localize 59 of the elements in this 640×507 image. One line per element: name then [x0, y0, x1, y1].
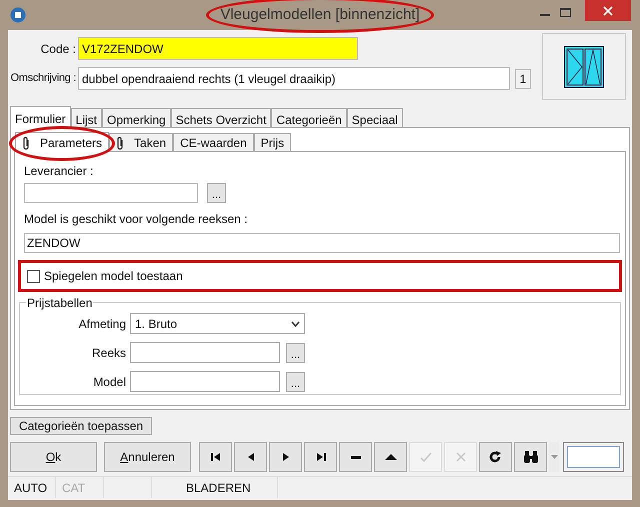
toolbar-button[interactable]: [234, 442, 267, 472]
tab[interactable]: Opmerking: [102, 108, 171, 127]
paperclip-icon: [116, 136, 124, 150]
toolbar-button[interactable]: [374, 442, 407, 472]
field-label: Model: [92, 374, 127, 390]
checkbox-label: Spiegelen model toestaan: [44, 268, 183, 285]
chevron-down-icon: [291, 320, 300, 326]
toolbar-button[interactable]: [339, 442, 372, 472]
toolbar-button[interactable]: [199, 442, 232, 472]
check-icon: [418, 450, 434, 464]
tab[interactable]: Speciaal: [346, 108, 403, 127]
minimize-icon[interactable]: [540, 14, 550, 17]
close-icon: [603, 6, 613, 16]
series-field[interactable]: ZENDOW: [24, 233, 620, 253]
toolbar-button[interactable]: [269, 442, 302, 472]
status-text: BLADEREN: [186, 480, 251, 496]
size-dropdown[interactable]: 1. Bruto: [130, 313, 305, 334]
paperclip-icon: [22, 136, 30, 150]
browse-button[interactable]: ...: [286, 372, 305, 392]
lookup-field[interactable]: [130, 371, 280, 392]
tab[interactable]: Prijs: [254, 133, 292, 151]
field-label: Model is geschikt voor volgende reeksen :: [24, 211, 248, 228]
tab[interactable]: Schets Overzicht: [170, 108, 272, 127]
caret-icon: [550, 455, 558, 459]
window-model-drawing: [564, 46, 604, 88]
supplier-field[interactable]: [24, 183, 198, 203]
checkbox[interactable]: [27, 270, 40, 282]
tab[interactable]: Taken: [109, 133, 174, 151]
tab[interactable]: CE-waarden: [173, 133, 254, 151]
close-button[interactable]: [585, 0, 631, 21]
field-label: Code :: [40, 40, 77, 58]
tab[interactable]: Formulier: [10, 106, 71, 128]
status-text: CAT: [62, 480, 86, 496]
dialog-button[interactable]: Annuleren: [104, 442, 191, 472]
description-field[interactable]: dubbel opendraaiend rechts (1 vleugel draaikip): [78, 67, 510, 90]
field-label: Omschrijving :: [10, 71, 77, 86]
code-field[interactable]: V172ZENDOW: [78, 37, 358, 60]
lookup-field[interactable]: [130, 342, 280, 363]
tab[interactable]: Parameters: [15, 132, 110, 152]
window-title: Vleugelmodellen [binnenzicht]: [220, 6, 420, 23]
field-label: Leverancier :: [24, 163, 94, 180]
refresh-icon: [488, 450, 504, 464]
app-icon: [10, 7, 26, 23]
apply-categories-button[interactable]: Categorieën toepassen: [10, 417, 152, 435]
search-field[interactable]: [563, 442, 624, 472]
dialog-button[interactable]: Ok: [10, 442, 97, 472]
field-label: Reeks: [90, 344, 127, 362]
field-label: Afmeting: [78, 316, 127, 332]
tab[interactable]: Lijst: [70, 108, 102, 127]
status-text: AUTO: [14, 480, 48, 496]
browse-button[interactable]: ...: [207, 183, 226, 203]
maximize-icon[interactable]: [560, 8, 571, 17]
count-box: 1: [515, 68, 531, 88]
toolbar-button[interactable]: [479, 442, 512, 472]
binoculars-icon: [522, 450, 540, 464]
browse-button[interactable]: ...: [286, 342, 305, 362]
toolbar-button[interactable]: [304, 442, 337, 472]
toolbar-button[interactable]: [514, 442, 547, 472]
tab[interactable]: Categorieën: [271, 108, 347, 127]
